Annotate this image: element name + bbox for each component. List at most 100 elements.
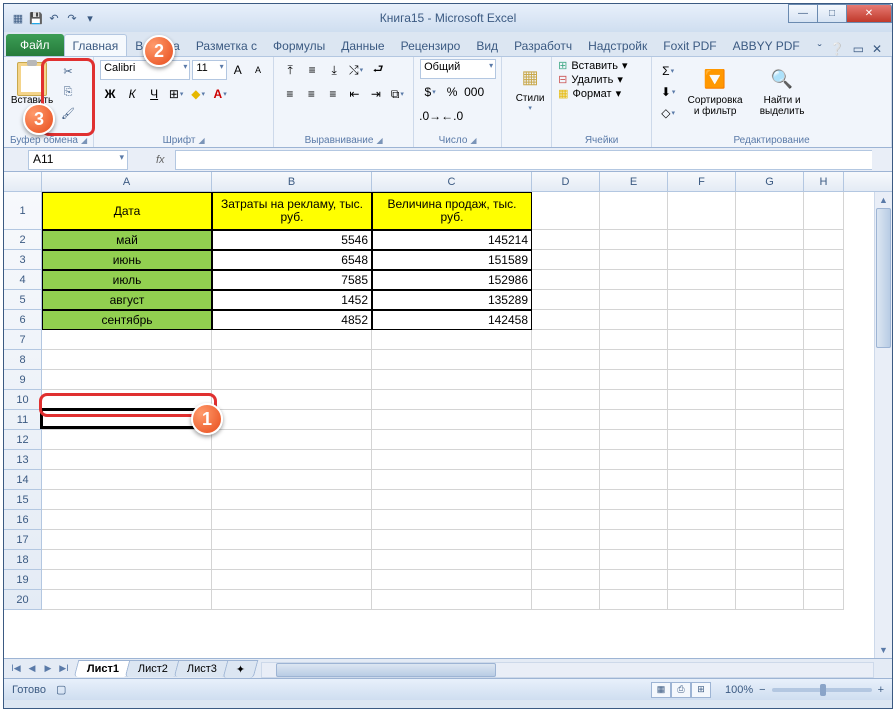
cell[interactable]	[532, 350, 600, 370]
row-header[interactable]: 14	[4, 470, 42, 490]
col-header[interactable]: F	[668, 172, 736, 191]
cell[interactable]	[532, 410, 600, 430]
cell[interactable]	[532, 192, 600, 230]
select-all-corner[interactable]	[4, 172, 42, 191]
cell[interactable]	[372, 390, 532, 410]
clear-icon[interactable]: ◇	[658, 103, 678, 123]
cell[interactable]	[42, 530, 212, 550]
cell[interactable]	[372, 530, 532, 550]
new-sheet-button[interactable]: ✦	[223, 660, 259, 678]
cell[interactable]	[372, 590, 532, 610]
cell[interactable]	[600, 250, 668, 270]
tab-formulas[interactable]: Формулы	[265, 35, 333, 56]
cell[interactable]	[600, 490, 668, 510]
cell[interactable]	[600, 390, 668, 410]
cell[interactable]	[372, 430, 532, 450]
cell[interactable]	[804, 590, 844, 610]
cell[interactable]	[668, 290, 736, 310]
inc-decimal-icon[interactable]: .0→	[420, 106, 440, 126]
cell[interactable]	[668, 350, 736, 370]
ribbon-minimize-icon[interactable]: ˇ	[818, 42, 822, 56]
cell[interactable]	[600, 590, 668, 610]
col-header[interactable]: C	[372, 172, 532, 191]
row-header[interactable]: 9	[4, 370, 42, 390]
row-header[interactable]: 10	[4, 390, 42, 410]
row-header[interactable]: 3	[4, 250, 42, 270]
zoom-in-button[interactable]: +	[878, 684, 884, 696]
cell[interactable]: сентябрь	[42, 310, 212, 330]
sheet-nav-next-icon[interactable]: ▶	[40, 663, 56, 674]
cell[interactable]	[600, 510, 668, 530]
cell[interactable]	[804, 490, 844, 510]
tab-review[interactable]: Рецензиро	[393, 35, 469, 56]
cell[interactable]	[668, 370, 736, 390]
cell[interactable]: 5546	[212, 230, 372, 250]
cell[interactable]	[804, 290, 844, 310]
macro-record-icon[interactable]: ▢	[56, 683, 66, 696]
cell[interactable]	[804, 390, 844, 410]
cell[interactable]: 151589	[372, 250, 532, 270]
cell[interactable]	[804, 310, 844, 330]
align-top-icon[interactable]: ⤒	[280, 60, 300, 80]
cell[interactable]	[372, 570, 532, 590]
row-header[interactable]: 13	[4, 450, 42, 470]
cell[interactable]: 145214	[372, 230, 532, 250]
cell[interactable]: 4852	[212, 310, 372, 330]
cell[interactable]	[42, 350, 212, 370]
cell[interactable]	[372, 410, 532, 430]
cell[interactable]	[372, 550, 532, 570]
view-pagebreak-icon[interactable]: ⊞	[691, 682, 711, 698]
cell[interactable]: 142458	[372, 310, 532, 330]
col-header[interactable]: D	[532, 172, 600, 191]
cell[interactable]: Затраты на рекламу, тыс. руб.	[212, 192, 372, 230]
cell[interactable]	[532, 330, 600, 350]
cell[interactable]: 135289	[372, 290, 532, 310]
cell[interactable]	[804, 570, 844, 590]
cell[interactable]: Дата	[42, 192, 212, 230]
row-header[interactable]: 4	[4, 270, 42, 290]
delete-cells-button[interactable]: ⊟Удалить ▾	[558, 73, 645, 86]
cell[interactable]	[372, 490, 532, 510]
cell[interactable]	[668, 310, 736, 330]
cell[interactable]	[600, 350, 668, 370]
sheet-tab[interactable]: Лист2	[125, 660, 182, 677]
cell[interactable]	[532, 590, 600, 610]
row-header[interactable]: 12	[4, 430, 42, 450]
cell[interactable]	[804, 250, 844, 270]
cell[interactable]	[736, 230, 804, 250]
dec-decimal-icon[interactable]: ←.0	[442, 106, 462, 126]
worksheet-grid[interactable]: A B C D E F G H 1 2 3 4 5 6 7 8 9 10 11 …	[4, 172, 892, 658]
cell[interactable]	[212, 490, 372, 510]
sheet-tab[interactable]: Лист3	[174, 660, 231, 677]
cell[interactable]: июль	[42, 270, 212, 290]
tab-home[interactable]: Главная	[64, 34, 128, 56]
cell[interactable]	[42, 410, 212, 430]
name-box[interactable]: A11	[28, 150, 128, 170]
copy-icon[interactable]: ⎘	[58, 82, 78, 102]
cell[interactable]	[600, 430, 668, 450]
cell[interactable]	[600, 330, 668, 350]
cell[interactable]	[212, 450, 372, 470]
col-header[interactable]: B	[212, 172, 372, 191]
cell[interactable]	[532, 310, 600, 330]
cell[interactable]	[600, 290, 668, 310]
cell[interactable]	[42, 590, 212, 610]
cell[interactable]: Величина продаж, тыс. руб.	[372, 192, 532, 230]
cell[interactable]	[532, 430, 600, 450]
cell[interactable]	[532, 390, 600, 410]
cell[interactable]	[600, 370, 668, 390]
qat-more-icon[interactable]: ▾	[82, 10, 98, 26]
orientation-icon[interactable]: ⤭	[346, 60, 366, 80]
cell[interactable]	[804, 230, 844, 250]
fx-icon[interactable]: fx	[156, 154, 165, 166]
cell[interactable]	[42, 330, 212, 350]
cell[interactable]	[804, 470, 844, 490]
row-header[interactable]: 2	[4, 230, 42, 250]
cell[interactable]	[532, 270, 600, 290]
cell[interactable]	[736, 550, 804, 570]
font-color-button[interactable]: A	[210, 84, 230, 104]
cell[interactable]	[532, 490, 600, 510]
cell[interactable]	[212, 510, 372, 530]
cell[interactable]	[212, 410, 372, 430]
cell[interactable]	[804, 370, 844, 390]
